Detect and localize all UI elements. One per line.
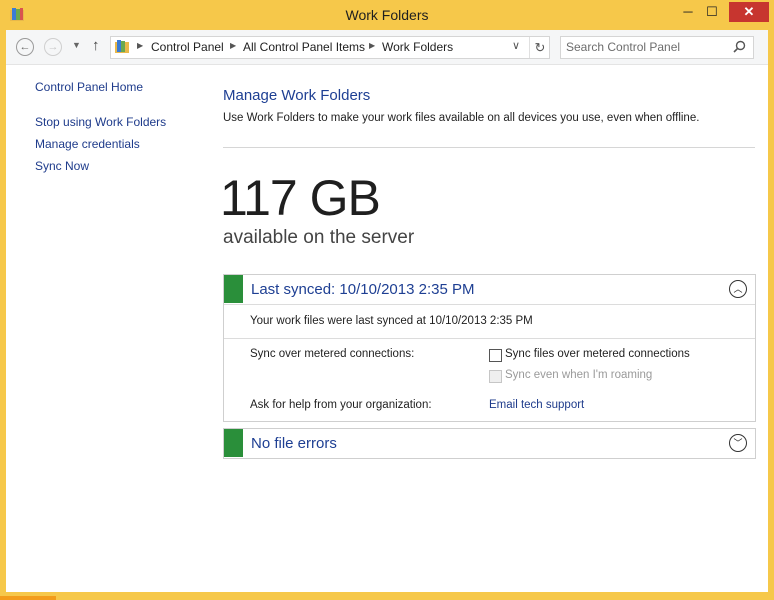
window-title: Work Folders [345,7,429,23]
panel-divider [224,304,755,305]
breadcrumb-separator-icon[interactable]: ▶ [369,41,375,50]
errors-panel-title: No file errors [251,435,337,452]
sidebar-item-manage-credentials[interactable]: Manage credentials [35,137,140,151]
breadcrumb-all-items[interactable]: All Control Panel Items [243,40,365,54]
control-panel-icon [115,40,129,53]
forward-button[interactable]: → [44,38,62,56]
roaming-option: Sync even when I'm roaming [505,369,653,381]
expand-icon[interactable]: ﹀ [729,434,747,452]
refresh-button[interactable]: ↻ [529,37,550,58]
page-description: Use Work Folders to make your work files… [223,112,700,124]
title-bar[interactable]: Work Folders ─ ☐ ✕ [0,0,774,30]
navigation-bar: ← → ▼ ↑ ▶ Control Panel ▶ All Control Pa… [6,30,768,65]
recent-locations-button[interactable]: ▼ [72,40,81,50]
address-bar[interactable]: ▶ Control Panel ▶ All Control Panel Item… [110,36,550,59]
window-content: ← → ▼ ↑ ▶ Control Panel ▶ All Control Pa… [6,30,768,592]
breadcrumb-separator-icon[interactable]: ▶ [230,41,236,50]
metered-connections-checkbox[interactable] [489,349,502,362]
search-input[interactable] [566,38,726,56]
sync-status-indicator [224,275,243,303]
taskbar-indicator [0,596,56,600]
storage-caption: available on the server [223,227,415,248]
search-icon[interactable] [733,40,746,53]
errors-panel-header[interactable]: No file errors ﹀ [224,429,755,457]
storage-amount: 117 GB [220,170,381,226]
help-label: Ask for help from your organization: [250,399,432,411]
address-dropdown-icon[interactable]: ∨ [512,39,520,52]
sync-panel-header[interactable]: Last synced: 10/10/2013 2:35 PM ︿ [224,275,755,303]
sidebar-item-control-panel-home[interactable]: Control Panel Home [35,80,143,94]
file-errors-panel: No file errors ﹀ [223,428,756,459]
back-button[interactable]: ← [16,38,34,56]
metered-connections-label: Sync over metered connections: [250,348,415,360]
close-button[interactable]: ✕ [729,2,769,22]
email-tech-support-link[interactable]: Email tech support [489,399,584,411]
last-synced-text: Your work files were last synced at 10/1… [250,315,533,327]
sidebar-item-sync-now[interactable]: Sync Now [35,159,89,173]
breadcrumb-separator-icon[interactable]: ▶ [137,41,143,50]
sync-panel-title: Last synced: 10/10/2013 2:35 PM [251,281,475,298]
breadcrumb-work-folders[interactable]: Work Folders [382,40,453,54]
metered-connections-option[interactable]: Sync files over metered connections [505,348,690,360]
page-title: Manage Work Folders [223,87,371,104]
minimize-button[interactable]: ─ [678,2,698,22]
breadcrumb-control-panel[interactable]: Control Panel [151,40,224,54]
sidebar-item-stop-using-work-folders[interactable]: Stop using Work Folders [35,115,166,129]
panel-divider [224,338,755,339]
maximize-button[interactable]: ☐ [702,2,722,22]
search-box[interactable] [560,36,754,59]
work-folders-window: Work Folders ─ ☐ ✕ ← → ▼ ↑ ▶ Control Pan… [0,0,774,600]
collapse-icon[interactable]: ︿ [729,280,747,298]
up-button[interactable]: ↑ [92,37,100,54]
roaming-checkbox[interactable] [489,370,502,383]
sync-status-panel: Last synced: 10/10/2013 2:35 PM ︿ Your w… [223,274,756,422]
errors-status-indicator [224,429,243,457]
divider [223,147,755,148]
